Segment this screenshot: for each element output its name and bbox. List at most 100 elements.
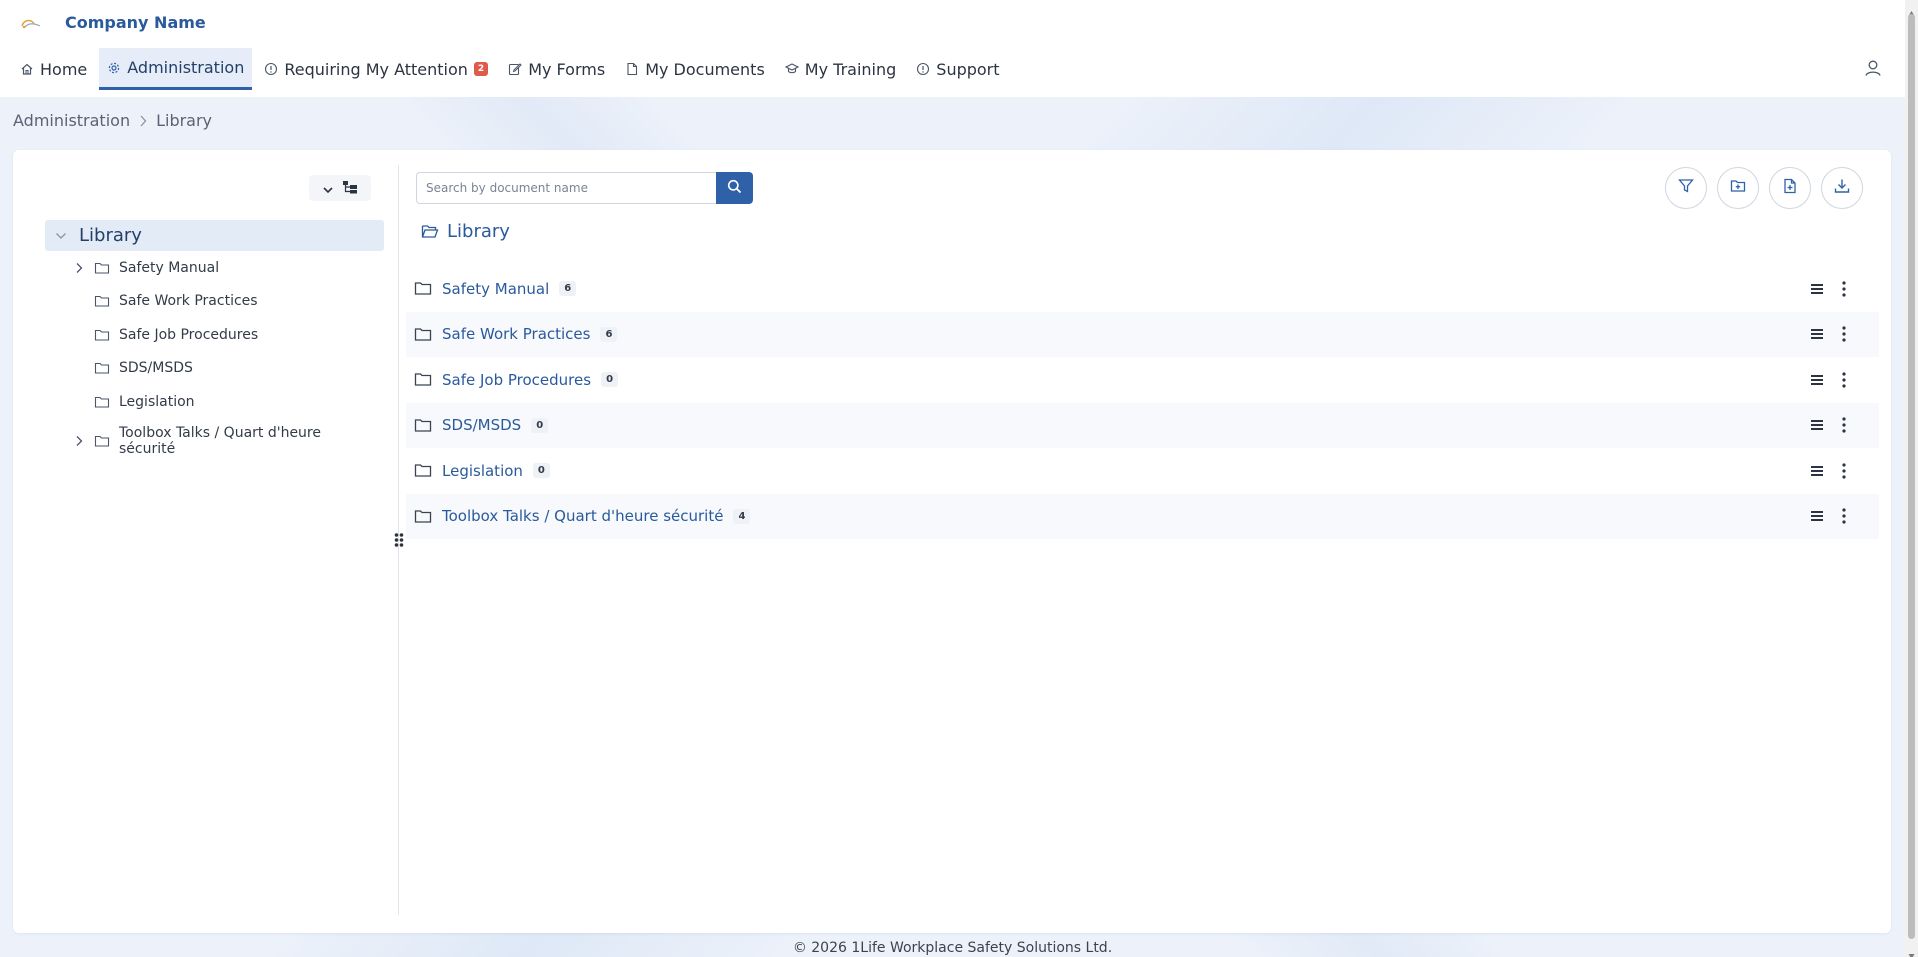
more-options-icon[interactable] xyxy=(1842,463,1846,479)
resize-handle-icon[interactable] xyxy=(393,532,405,548)
company-logo xyxy=(20,16,42,30)
list-menu-icon[interactable] xyxy=(1810,328,1824,340)
tree-item-toolbox-talks[interactable]: Toolbox Talks / Quart d'heure sécurité xyxy=(73,423,329,459)
folder-tree-pane: Library Safety Manual Safe Work Practice… xyxy=(13,150,398,933)
tree-item-label: Safety Manual xyxy=(119,260,220,276)
new-document-button[interactable] xyxy=(1769,167,1811,209)
item-count-badge: 6 xyxy=(559,281,577,297)
tree-item-label: SDS/MSDS xyxy=(119,360,193,376)
list-menu-icon[interactable] xyxy=(1810,283,1824,295)
tree-item-legislation[interactable]: Legislation xyxy=(73,392,329,412)
new-folder-icon xyxy=(1730,178,1746,198)
edit-icon xyxy=(508,62,522,76)
item-count-badge: 0 xyxy=(532,463,550,479)
list-item[interactable]: Safe Job Procedures 0 xyxy=(406,357,1879,403)
item-count-badge: 4 xyxy=(733,508,751,524)
folder-open-icon xyxy=(421,224,439,239)
folder-icon xyxy=(414,372,432,387)
folder-name-link[interactable]: Safe Job Procedures xyxy=(442,371,591,389)
folder-icon xyxy=(94,294,110,308)
nav-item-my-documents[interactable]: My Documents xyxy=(617,48,773,90)
more-options-icon[interactable] xyxy=(1842,372,1846,388)
list-menu-icon[interactable] xyxy=(1810,510,1824,522)
download-button[interactable] xyxy=(1821,167,1863,209)
nav-label: Administration xyxy=(127,58,245,77)
current-folder-title: Library xyxy=(421,221,510,242)
list-item[interactable]: Legislation 0 xyxy=(406,448,1879,494)
attention-count-badge: 2 xyxy=(473,62,489,76)
chevron-down-icon[interactable] xyxy=(55,232,67,240)
list-item[interactable]: SDS/MSDS 0 xyxy=(406,402,1879,448)
new-folder-button[interactable] xyxy=(1717,167,1759,209)
chevron-right-icon[interactable] xyxy=(73,435,85,447)
tree-item-sds-msds[interactable]: SDS/MSDS xyxy=(73,358,329,378)
item-count-badge: 0 xyxy=(531,417,549,433)
nav-item-requiring-my-attention[interactable]: Requiring My Attention 2 xyxy=(256,48,496,90)
item-count-badge: 6 xyxy=(600,326,618,342)
breadcrumb-item-library: Library xyxy=(156,111,213,130)
list-menu-icon[interactable] xyxy=(1810,374,1824,386)
list-item[interactable]: Toolbox Talks / Quart d'heure sécurité 4 xyxy=(406,493,1879,539)
tree-root-label: Library xyxy=(79,225,142,246)
tree-toolbar xyxy=(309,175,371,201)
folder-name-link[interactable]: Legislation xyxy=(442,462,523,480)
folder-name-link[interactable]: Safety Manual xyxy=(442,280,549,298)
scrollbar-thumb[interactable] xyxy=(1908,14,1915,939)
nav-item-support[interactable]: Support xyxy=(908,48,1007,90)
brand[interactable]: Company Name xyxy=(20,12,206,34)
list-menu-icon[interactable] xyxy=(1810,465,1824,477)
tree-item-label: Safe Work Practices xyxy=(119,293,258,309)
folder-name-link[interactable]: SDS/MSDS xyxy=(442,416,521,434)
scroll-down-icon[interactable] xyxy=(1908,945,1915,957)
search-bar xyxy=(416,172,753,204)
nav-item-my-training[interactable]: My Training xyxy=(777,48,905,90)
scroll-up-icon[interactable] xyxy=(1908,2,1915,16)
list-item[interactable]: Safe Work Practices 6 xyxy=(406,311,1879,357)
chevron-right-icon[interactable] xyxy=(73,262,85,274)
current-folder-label: Library xyxy=(447,221,510,242)
document-icon xyxy=(625,62,639,76)
tree-item-safety-manual[interactable]: Safety Manual xyxy=(73,258,329,278)
tree-item-label: Safe Job Procedures xyxy=(119,327,259,343)
folder-icon xyxy=(414,418,432,433)
tree-root-library[interactable]: Library xyxy=(45,220,384,251)
filter-icon xyxy=(1678,178,1694,198)
gear-icon xyxy=(107,61,121,75)
tree-item-label: Legislation xyxy=(119,394,195,410)
nav-item-home[interactable]: Home xyxy=(12,48,95,90)
new-document-icon xyxy=(1782,178,1798,198)
page-scrollbar[interactable] xyxy=(1905,0,1918,957)
breadcrumb: Administration Library xyxy=(13,111,212,130)
collapse-all-icon[interactable] xyxy=(322,179,334,198)
breadcrumb-item-administration[interactable]: Administration xyxy=(13,111,130,130)
nav-label: My Documents xyxy=(645,59,765,79)
filter-button[interactable] xyxy=(1665,167,1707,209)
company-name[interactable]: Company Name xyxy=(65,13,206,32)
folder-icon xyxy=(94,261,110,275)
user-profile-icon[interactable] xyxy=(1863,58,1883,78)
nav-label: My Training xyxy=(804,59,897,79)
folder-name-link[interactable]: Toolbox Talks / Quart d'heure sécurité xyxy=(442,507,723,525)
search-button[interactable] xyxy=(716,172,753,204)
more-options-icon[interactable] xyxy=(1842,417,1846,433)
nav-item-my-forms[interactable]: My Forms xyxy=(500,48,613,90)
home-icon xyxy=(20,62,34,76)
folder-icon xyxy=(94,395,110,409)
more-options-icon[interactable] xyxy=(1842,326,1846,342)
tree-item-safe-job-procedures[interactable]: Safe Job Procedures xyxy=(73,325,329,345)
tree-item-safe-work-practices[interactable]: Safe Work Practices xyxy=(73,291,329,311)
list-menu-icon[interactable] xyxy=(1810,419,1824,431)
search-icon xyxy=(727,179,742,198)
nav-label: Support xyxy=(936,59,1000,79)
more-options-icon[interactable] xyxy=(1842,508,1846,524)
search-input[interactable] xyxy=(416,172,716,204)
list-item[interactable]: Safety Manual 6 xyxy=(406,266,1879,312)
folder-name-link[interactable]: Safe Work Practices xyxy=(442,325,590,343)
tree-view-icon[interactable] xyxy=(342,179,358,198)
more-options-icon[interactable] xyxy=(1842,281,1846,297)
nav-item-administration[interactable]: Administration xyxy=(99,48,253,90)
folder-list: Safety Manual 6 Safe Work Practices 6 Sa… xyxy=(406,266,1879,539)
nav-label: Requiring My Attention xyxy=(284,59,468,79)
top-bar: Company Name Home Administration Requiri… xyxy=(0,0,1905,97)
folder-icon xyxy=(414,509,432,524)
